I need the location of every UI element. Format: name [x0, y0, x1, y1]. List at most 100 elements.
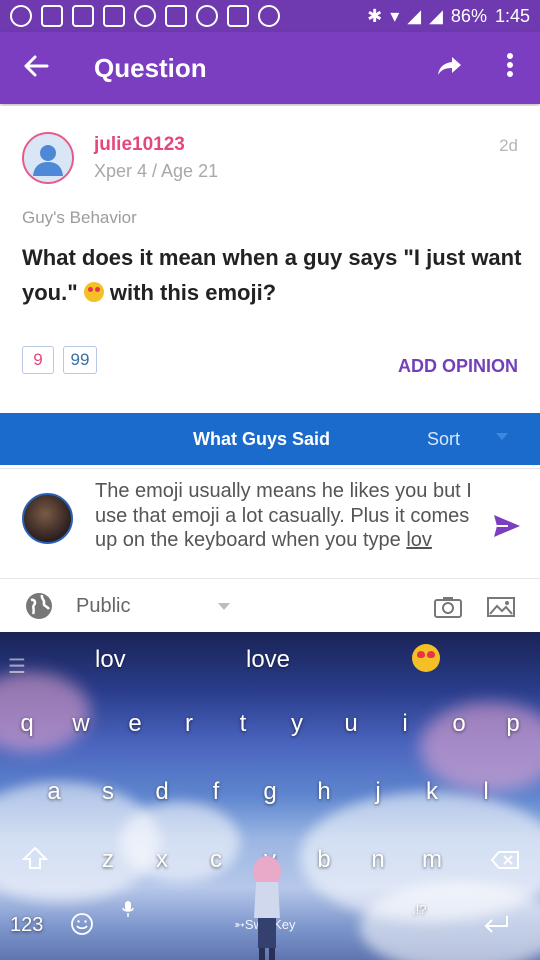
- keyboard-bg-girl-figure: [253, 856, 281, 960]
- key-e[interactable]: e: [115, 710, 155, 738]
- badge-icon: [196, 5, 218, 27]
- suggestion-2[interactable]: love: [246, 646, 290, 674]
- swiftkey-logo-icon: ➳: [234, 917, 245, 932]
- comma-mic-key[interactable]: [122, 900, 134, 923]
- camera-button[interactable]: [433, 595, 463, 624]
- key-j[interactable]: j: [358, 778, 398, 806]
- s-app-icon: [103, 5, 125, 27]
- add-opinion-button[interactable]: ADD OPINION: [398, 356, 518, 377]
- key-z[interactable]: z: [88, 846, 128, 874]
- key-a[interactable]: a: [34, 778, 74, 806]
- visibility-selector[interactable]: [24, 591, 54, 621]
- key-o[interactable]: o: [439, 710, 479, 738]
- opinions-header: What Guys Said Sort: [0, 413, 540, 465]
- more-vertical-icon: [507, 52, 513, 77]
- key-g[interactable]: g: [250, 778, 290, 806]
- user-avatar[interactable]: [22, 132, 74, 184]
- send-button[interactable]: [492, 513, 522, 544]
- key-m[interactable]: m: [412, 846, 452, 874]
- question-category[interactable]: Guy's Behavior: [22, 208, 137, 228]
- sort-caret-icon: [496, 433, 508, 440]
- username-link[interactable]: julie10123: [94, 134, 185, 156]
- person-icon: [33, 145, 63, 176]
- missed-call-icon: [41, 5, 63, 27]
- key-k[interactable]: k: [412, 778, 452, 806]
- suggestion-emoji[interactable]: [412, 644, 440, 679]
- backspace-icon: [490, 851, 519, 869]
- shield-icon: [165, 5, 187, 27]
- my-avatar: [22, 493, 73, 544]
- key-h[interactable]: h: [304, 778, 344, 806]
- image-icon: [227, 5, 249, 27]
- visibility-label[interactable]: Public: [76, 595, 130, 618]
- key-n[interactable]: n: [358, 846, 398, 874]
- key-p[interactable]: p: [493, 710, 533, 738]
- reply-composer: The emoji usually means he likes you but…: [0, 468, 540, 578]
- enter-key[interactable]: [482, 914, 510, 942]
- suggestion-1[interactable]: lov: [95, 646, 126, 674]
- question-text-part2: with this emoji?: [103, 280, 277, 305]
- wifi-icon: ▾: [390, 5, 400, 26]
- share-arrow-icon: [438, 56, 461, 75]
- smiley-icon: [71, 913, 93, 935]
- status-bar: ✱ ▾ ◢ ◢ 86% 1:45: [0, 0, 540, 32]
- numbers-key[interactable]: 123: [10, 914, 43, 937]
- user-info: Xper 4 / Age 21: [94, 161, 219, 181]
- keyboard-menu-icon[interactable]: ☰: [8, 654, 26, 679]
- globe-icon: [26, 593, 52, 619]
- whatsapp-icon: [10, 5, 32, 27]
- heart-eyes-emoji-icon: [83, 282, 104, 302]
- key-w[interactable]: w: [61, 710, 101, 738]
- key-t[interactable]: t: [223, 710, 263, 738]
- key-f[interactable]: f: [196, 778, 236, 806]
- gallery-button[interactable]: [486, 595, 516, 624]
- opinions-count-badge[interactable]: 9: [22, 346, 54, 374]
- key-u[interactable]: u: [331, 710, 371, 738]
- key-x[interactable]: x: [142, 846, 182, 874]
- key-y[interactable]: y: [277, 710, 317, 738]
- opinions-title[interactable]: What Guys Said: [193, 429, 330, 450]
- camera-icon: [434, 597, 462, 618]
- arrow-left-icon: [24, 55, 49, 77]
- page-title: Question: [94, 52, 207, 83]
- question-card: julie10123 Xper 4 / Age 21 2d Guy's Beha…: [0, 106, 540, 402]
- key-i[interactable]: i: [385, 710, 425, 738]
- chrome-icon: [134, 5, 156, 27]
- punctuation-key[interactable]: .!?: [412, 902, 426, 917]
- key-l[interactable]: l: [466, 778, 506, 806]
- clock: 1:45: [494, 5, 530, 26]
- visibility-caret-icon[interactable]: [218, 603, 230, 610]
- key-d[interactable]: d: [142, 778, 182, 806]
- key-c[interactable]: c: [196, 846, 236, 874]
- battery-level: 86%: [450, 5, 487, 26]
- signal-2-icon: ◢: [429, 5, 443, 26]
- back-button[interactable]: [0, 51, 72, 85]
- app-bar: Question: [0, 32, 540, 104]
- heart-eyes-emoji-icon: [412, 644, 440, 672]
- emoji-key[interactable]: [70, 912, 94, 942]
- send-icon: [494, 515, 520, 537]
- question-text: What does it mean when a guy says "I jus…: [22, 240, 522, 310]
- signal-icon: ◢: [407, 5, 422, 26]
- key-s[interactable]: s: [88, 778, 128, 806]
- microphone-icon: [122, 901, 134, 917]
- more-options-button[interactable]: [480, 52, 540, 85]
- app-icon: [72, 5, 94, 27]
- share-button[interactable]: [420, 55, 480, 82]
- backspace-key[interactable]: [490, 850, 520, 876]
- key-b[interactable]: b: [304, 846, 344, 874]
- swiftkey-keyboard: ☰ lov love q w e r t y u i o p a s d f g…: [0, 632, 540, 960]
- key-q[interactable]: q: [7, 710, 47, 738]
- reply-input[interactable]: The emoji usually means he likes you but…: [95, 479, 475, 553]
- views-count-badge[interactable]: 99: [63, 346, 97, 374]
- reply-underlined-word: lov: [406, 529, 432, 551]
- shift-arrow-icon: [21, 846, 49, 869]
- app-3-icon: [258, 5, 280, 27]
- key-r[interactable]: r: [169, 710, 209, 738]
- enter-return-icon: [484, 916, 508, 933]
- sort-dropdown[interactable]: Sort: [427, 429, 460, 450]
- post-age: 2d: [499, 136, 518, 155]
- bluetooth-icon: ✱: [367, 5, 383, 26]
- notification-icons: [10, 5, 280, 27]
- shift-key[interactable]: [21, 846, 49, 876]
